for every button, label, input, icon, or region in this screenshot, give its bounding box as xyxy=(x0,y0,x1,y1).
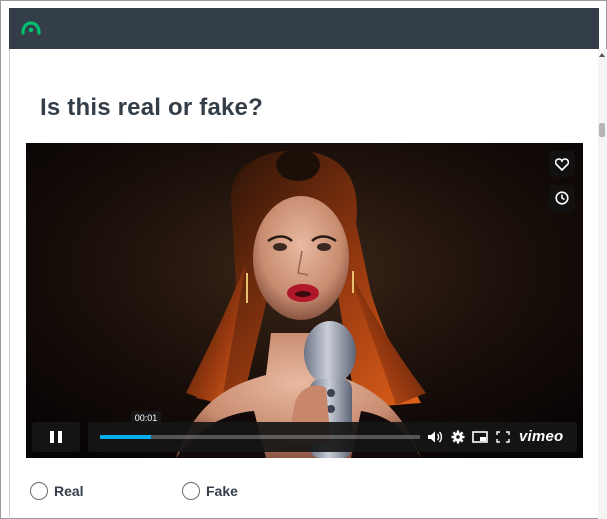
scroll-thumb[interactable] xyxy=(599,123,605,137)
control-bar: vimeo xyxy=(88,422,577,452)
fullscreen-icon[interactable] xyxy=(495,430,511,444)
scroll-up-arrow-icon[interactable] xyxy=(599,53,605,57)
player-controls: vimeo xyxy=(32,422,577,452)
radio-real[interactable] xyxy=(30,482,48,500)
option-label: Real xyxy=(54,483,84,499)
top-bar xyxy=(9,8,599,49)
gear-icon[interactable] xyxy=(450,430,466,444)
option-fake[interactable]: Fake xyxy=(182,482,238,500)
answer-options: Real Fake xyxy=(30,482,430,504)
progress-fill xyxy=(100,435,152,439)
pause-button[interactable] xyxy=(32,422,80,452)
vimeo-logo[interactable]: vimeo xyxy=(519,428,563,445)
radio-fake[interactable] xyxy=(182,482,200,500)
pause-icon xyxy=(48,431,64,443)
like-button[interactable] xyxy=(549,151,575,177)
scrollbar[interactable] xyxy=(598,49,607,519)
video-player[interactable]: 00:01 vimeo xyxy=(26,143,583,458)
heart-icon xyxy=(555,157,569,171)
surveymonkey-logo-icon[interactable] xyxy=(21,21,41,35)
option-real[interactable]: Real xyxy=(30,482,84,500)
video-frame-image xyxy=(26,143,583,458)
question-title: Is this real or fake? xyxy=(40,94,263,121)
option-label: Fake xyxy=(206,483,238,499)
volume-icon[interactable] xyxy=(427,430,443,444)
progress-track[interactable] xyxy=(100,435,420,439)
pip-icon[interactable] xyxy=(472,430,488,444)
watch-later-button[interactable] xyxy=(549,185,575,211)
clock-icon xyxy=(555,191,569,205)
